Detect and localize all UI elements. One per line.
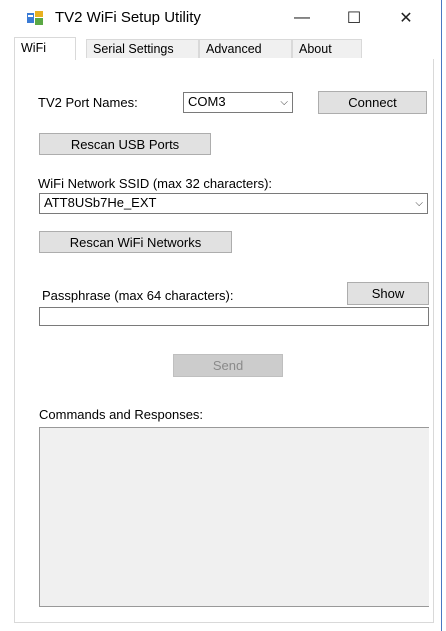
minimize-icon: — (294, 9, 310, 26)
rescan-wifi-networks-button[interactable]: Rescan WiFi Networks (39, 231, 232, 253)
minimize-button[interactable]: — (279, 0, 325, 36)
port-select-value: COM3 (188, 94, 226, 109)
close-button[interactable]: ✕ (383, 0, 429, 36)
tab-about[interactable]: About (292, 39, 362, 58)
chevron-down-icon: ⌵ (280, 97, 288, 108)
window-border (441, 0, 442, 631)
ssid-label: WiFi Network SSID (max 32 characters): (38, 176, 273, 191)
ssid-select-value: ATT8USb7He_EXT (44, 195, 157, 210)
wifi-app-icon (27, 11, 43, 25)
window-title: TV2 WiFi Setup Utility (55, 9, 201, 26)
passphrase-label: Passphrase (max 64 characters): (42, 288, 234, 303)
ssid-select[interactable]: ATT8USb7He_EXT ⌵ (39, 193, 428, 214)
tab-serial-settings[interactable]: Serial Settings (86, 39, 199, 58)
connect-button[interactable]: Connect (318, 91, 427, 114)
chevron-down-icon: ⌵ (415, 198, 423, 209)
passphrase-input[interactable] (39, 307, 429, 326)
send-button[interactable]: Send (173, 354, 283, 377)
wifi-tab-panel: TV2 Port Names: COM3 ⌵ Connect Rescan US… (14, 59, 434, 623)
main-window: TV2 WiFi Setup Utility — ☐ ✕ WiFi Serial… (0, 0, 446, 631)
tab-strip: WiFi Serial Settings Advanced About (14, 37, 434, 60)
rescan-usb-ports-button[interactable]: Rescan USB Ports (39, 133, 211, 155)
show-passphrase-button[interactable]: Show (347, 282, 429, 305)
maximize-icon: ☐ (346, 10, 362, 27)
commands-responses-log[interactable] (39, 427, 429, 607)
commands-responses-label: Commands and Responses: (39, 407, 204, 422)
port-select[interactable]: COM3 ⌵ (183, 92, 293, 113)
title-bar[interactable]: TV2 WiFi Setup Utility — ☐ ✕ (0, 0, 446, 36)
port-names-label: TV2 Port Names: (38, 95, 138, 110)
close-icon: ✕ (399, 10, 413, 27)
tab-wifi[interactable]: WiFi (14, 37, 76, 60)
maximize-button[interactable]: ☐ (331, 0, 377, 36)
tab-advanced[interactable]: Advanced (199, 39, 292, 58)
